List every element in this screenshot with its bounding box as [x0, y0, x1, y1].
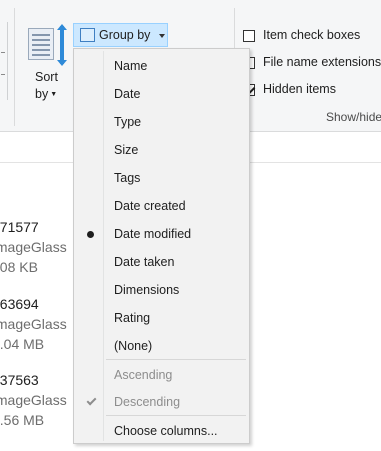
group-by-label: Group by — [99, 28, 151, 42]
sort-icon — [28, 24, 70, 66]
menu-item-ascending: Ascending — [76, 362, 247, 388]
menu-item-dimensions[interactable]: Dimensions — [76, 277, 247, 303]
menu-item-label: (None) — [114, 339, 153, 353]
option-label: File name extensions — [263, 55, 381, 69]
menu-separator — [106, 359, 246, 360]
menu-item-label: Choose columns... — [114, 424, 218, 438]
chevron-down-icon: ▼ — [50, 91, 58, 99]
sort-by-label: Sort by ▼ — [35, 69, 58, 103]
menu-item-label: Tags — [114, 171, 141, 185]
menu-item-date-created[interactable]: Date created — [76, 193, 247, 219]
ribbon-left-stub — [0, 22, 8, 100]
menu-item-tags[interactable]: Tags — [76, 165, 247, 191]
menu-item-label: Date created — [114, 199, 186, 213]
checkmark-icon — [86, 395, 97, 406]
menu-item-label: Date modified — [114, 227, 192, 241]
menu-item-label: Rating — [114, 311, 151, 325]
selected-bullet-icon — [87, 231, 94, 238]
menu-item-type[interactable]: Type — [76, 109, 247, 135]
sort-label-line2: by — [35, 87, 49, 101]
menu-item-name[interactable]: Name — [76, 53, 247, 79]
menu-item-label: Dimensions — [114, 283, 180, 297]
show-hide-group-label: Show/hide — [326, 110, 381, 124]
menu-item-date-modified[interactable]: Date modified — [76, 221, 247, 247]
menu-item-label: Date taken — [114, 255, 175, 269]
chevron-down-icon — [159, 34, 165, 38]
sort-label-line1: Sort — [35, 70, 58, 84]
menu-item-descending: Descending — [76, 389, 247, 415]
group-by-menu: Name Date Type Size Tags Date created Da… — [73, 48, 250, 444]
menu-item-label: Name — [114, 59, 148, 73]
menu-separator — [106, 415, 246, 416]
menu-item-label: Type — [114, 115, 142, 129]
option-label: Item check boxes — [263, 28, 361, 42]
menu-item-label: Descending — [114, 395, 181, 409]
menu-item-date[interactable]: Date — [76, 81, 247, 107]
checkbox-icon[interactable] — [243, 30, 255, 42]
menu-item-label: Ascending — [114, 368, 173, 382]
group-by-icon — [80, 28, 95, 42]
menu-item-choose-columns[interactable]: Choose columns... — [76, 418, 247, 444]
menu-item-label: Date — [114, 87, 141, 101]
menu-item-date-taken[interactable]: Date taken — [76, 249, 247, 275]
menu-item-none[interactable]: (None) — [76, 333, 247, 359]
menu-item-size[interactable]: Size — [76, 137, 247, 163]
menu-item-label: Size — [114, 143, 139, 157]
option-label: Hidden items — [263, 82, 336, 96]
menu-item-rating[interactable]: Rating — [76, 305, 247, 331]
group-by-button[interactable]: Group by — [73, 23, 168, 47]
ribbon-separator — [14, 8, 15, 126]
